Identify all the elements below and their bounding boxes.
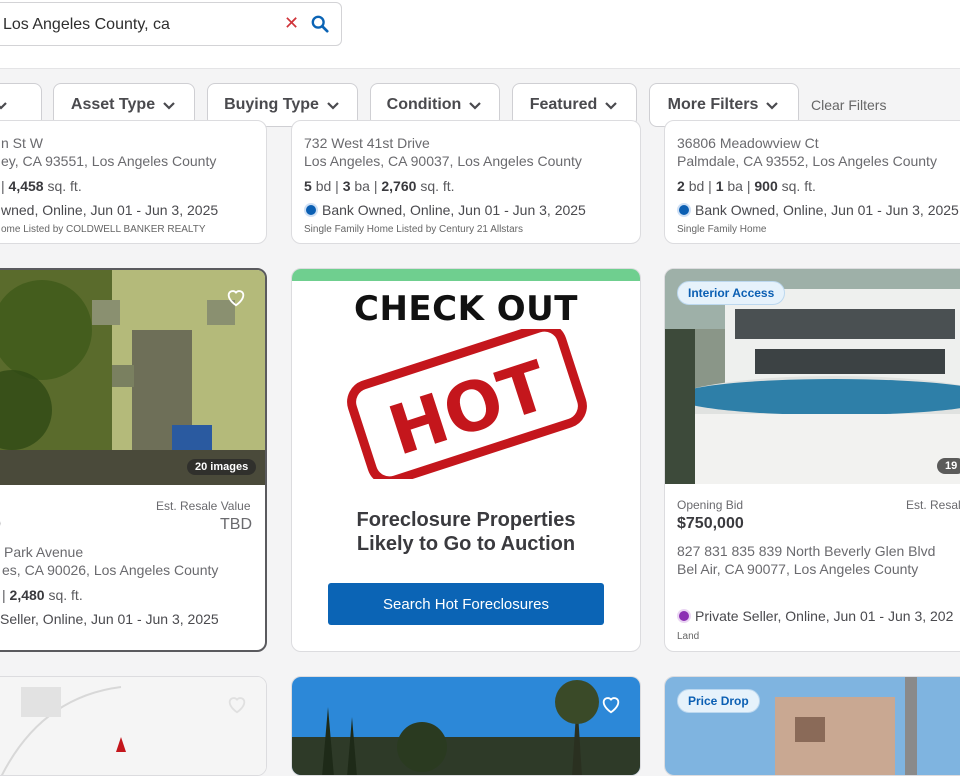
resale-label: Est. Resal bbox=[906, 498, 960, 512]
favorite-heart-icon[interactable] bbox=[226, 693, 248, 715]
listing-card[interactable]: Interior Access 19 Opening Bid Est. Resa… bbox=[664, 268, 960, 652]
search-input[interactable] bbox=[1, 3, 265, 47]
listing-photo[interactable] bbox=[0, 677, 266, 775]
listing-card[interactable] bbox=[0, 676, 267, 776]
listing-status: Private Seller, Online, Jun 01 - Jun 3, … bbox=[677, 608, 953, 624]
filter-label: Asset Type bbox=[70, 96, 156, 113]
listing-card[interactable]: Price Drop bbox=[664, 676, 960, 776]
chevron-down-icon bbox=[327, 102, 339, 110]
filter-label: More Filters bbox=[667, 96, 759, 113]
listing-stats: | 4,458 sq. ft. bbox=[1, 178, 82, 194]
listing-footnote: Land bbox=[677, 631, 700, 642]
bed-unit: bd bbox=[688, 178, 705, 194]
sqft-unit: sq. ft. bbox=[420, 178, 455, 194]
listing-address-line1: 827 831 835 839 North Beverly Glen Blvd bbox=[677, 543, 936, 559]
map-photo bbox=[0, 677, 266, 775]
status-text: Bank Owned, Online, Jun 01 - Jun 3, 2025 bbox=[695, 202, 959, 218]
listing-stats: 2 bd | 1 ba | 900 sq. ft. bbox=[677, 178, 816, 194]
listing-status: Seller, Online, Jun 01 - Jun 3, 2025 bbox=[0, 611, 219, 627]
bid-label: Opening Bid bbox=[677, 498, 744, 512]
bid-value: $750,000 bbox=[677, 515, 744, 532]
sqft-unit: sq. ft. bbox=[781, 178, 816, 194]
status-text: Bank Owned, Online, Jun 01 - Jun 3, 2025 bbox=[322, 202, 586, 218]
promo-title-line1: Foreclosure Properties bbox=[356, 509, 576, 531]
search-icon[interactable] bbox=[311, 15, 329, 33]
sqft-value: 2,760 bbox=[381, 178, 417, 194]
listing-footnote: Single Family Home Listed by Century 21 … bbox=[304, 224, 523, 235]
listing-address-line1: n St W bbox=[1, 135, 44, 151]
listing-card[interactable]: n St W ey, CA 93551, Los Angeles County … bbox=[0, 120, 267, 244]
status-dot-icon bbox=[677, 609, 691, 623]
listing-address-line2: Bel Air, CA 90077, Los Angeles County bbox=[677, 561, 919, 577]
sqft-value: 4,458 bbox=[8, 178, 44, 194]
listing-address-line2: Palmdale, CA 93552, Los Angeles County bbox=[677, 153, 937, 169]
sqft-value: 2,480 bbox=[9, 587, 45, 603]
image-count-badge: 20 images bbox=[187, 459, 257, 475]
promo-title-line2: Likely to Go to Auction bbox=[356, 533, 576, 555]
listing-address-line1: 732 West 41st Drive bbox=[304, 135, 430, 151]
listing-address-line2: Los Angeles, CA 90037, Los Angeles Count… bbox=[304, 153, 582, 169]
listing-address-line2: es, CA 90026, Los Angeles County bbox=[2, 562, 219, 578]
sqft-value: 900 bbox=[754, 178, 778, 194]
listing-status: Bank Owned, Online, Jun 01 - Jun 3, 2025 bbox=[677, 202, 959, 218]
search-hot-foreclosures-button[interactable]: Search Hot Foreclosures bbox=[328, 583, 604, 625]
bed-value: 2 bbox=[677, 178, 685, 194]
interior-access-badge: Interior Access bbox=[677, 281, 786, 305]
sqft-unit: sq. ft. bbox=[48, 587, 83, 603]
status-dot-icon bbox=[677, 203, 691, 217]
clear-search-icon[interactable]: ✕ bbox=[284, 13, 299, 34]
listing-address-line1: Park Avenue bbox=[4, 544, 84, 560]
bed-unit: bd bbox=[315, 178, 332, 194]
listing-stats: 5 bd | 3 ba | 2,760 sq. ft. bbox=[304, 178, 455, 194]
bed-value: 5 bbox=[304, 178, 312, 194]
bath-value: 3 bbox=[342, 178, 351, 194]
bath-value: 1 bbox=[715, 178, 724, 194]
status-dot-icon bbox=[304, 203, 318, 217]
bid-value: 0 bbox=[0, 516, 1, 534]
listing-card[interactable] bbox=[291, 676, 641, 776]
listing-status: Bank Owned, Online, Jun 01 - Jun 3, 2025 bbox=[304, 202, 586, 218]
chevron-down-icon bbox=[766, 102, 779, 110]
bath-unit: ba bbox=[727, 178, 743, 194]
favorite-heart-icon[interactable] bbox=[600, 693, 622, 715]
listing-card[interactable]: 36806 Meadowview Ct Palmdale, CA 93552, … bbox=[664, 120, 960, 244]
chevron-down-icon bbox=[0, 102, 7, 110]
search-box: ✕ bbox=[0, 2, 342, 47]
chevron-down-icon bbox=[469, 102, 482, 110]
listing-address-line1: 36806 Meadowview Ct bbox=[677, 135, 819, 151]
bath-unit: ba bbox=[354, 178, 370, 194]
chevron-down-icon bbox=[163, 102, 175, 110]
promo-check-out: CHECK OUT bbox=[354, 289, 578, 329]
filter-label: Condition bbox=[386, 96, 462, 113]
listing-card[interactable]: 732 West 41st Drive Los Angeles, CA 9003… bbox=[291, 120, 641, 244]
favorite-heart-icon[interactable] bbox=[225, 286, 247, 308]
filter-label: Featured bbox=[529, 96, 598, 113]
listing-card[interactable]: 20 images Est. Resale Value 0 TBD Park A… bbox=[0, 268, 267, 652]
listing-footnote: ome Listed by COLDWELL BANKER REALTY bbox=[1, 224, 206, 235]
promo-card: CHECK OUT HOT Foreclosure Properties Lik… bbox=[291, 268, 641, 652]
resale-value: TBD bbox=[220, 516, 252, 533]
filter-label: Buying Type bbox=[224, 96, 319, 113]
listing-address-line2: ey, CA 93551, Los Angeles County bbox=[1, 153, 217, 169]
sqft-unit: sq. ft. bbox=[47, 178, 82, 194]
price-drop-badge: Price Drop bbox=[677, 689, 760, 713]
clear-filters-link[interactable]: Clear Filters bbox=[811, 97, 886, 113]
listing-photo[interactable] bbox=[292, 677, 640, 775]
header: ✕ bbox=[0, 0, 960, 68]
status-text: Private Seller, Online, Jun 01 - Jun 3, … bbox=[695, 608, 954, 624]
hot-stamp-icon: HOT bbox=[347, 329, 587, 479]
house-photo bbox=[292, 677, 640, 775]
listing-stats: | 2,480 sq. ft. bbox=[2, 587, 83, 603]
resale-label: Est. Resale Value bbox=[156, 499, 251, 513]
image-count-badge: 19 bbox=[937, 458, 960, 474]
listing-footnote: Single Family Home bbox=[677, 224, 767, 235]
chevron-down-icon bbox=[605, 102, 618, 110]
promo-stripe bbox=[292, 269, 640, 281]
listing-status: wned, Online, Jun 01 - Jun 3, 2025 bbox=[1, 202, 219, 218]
